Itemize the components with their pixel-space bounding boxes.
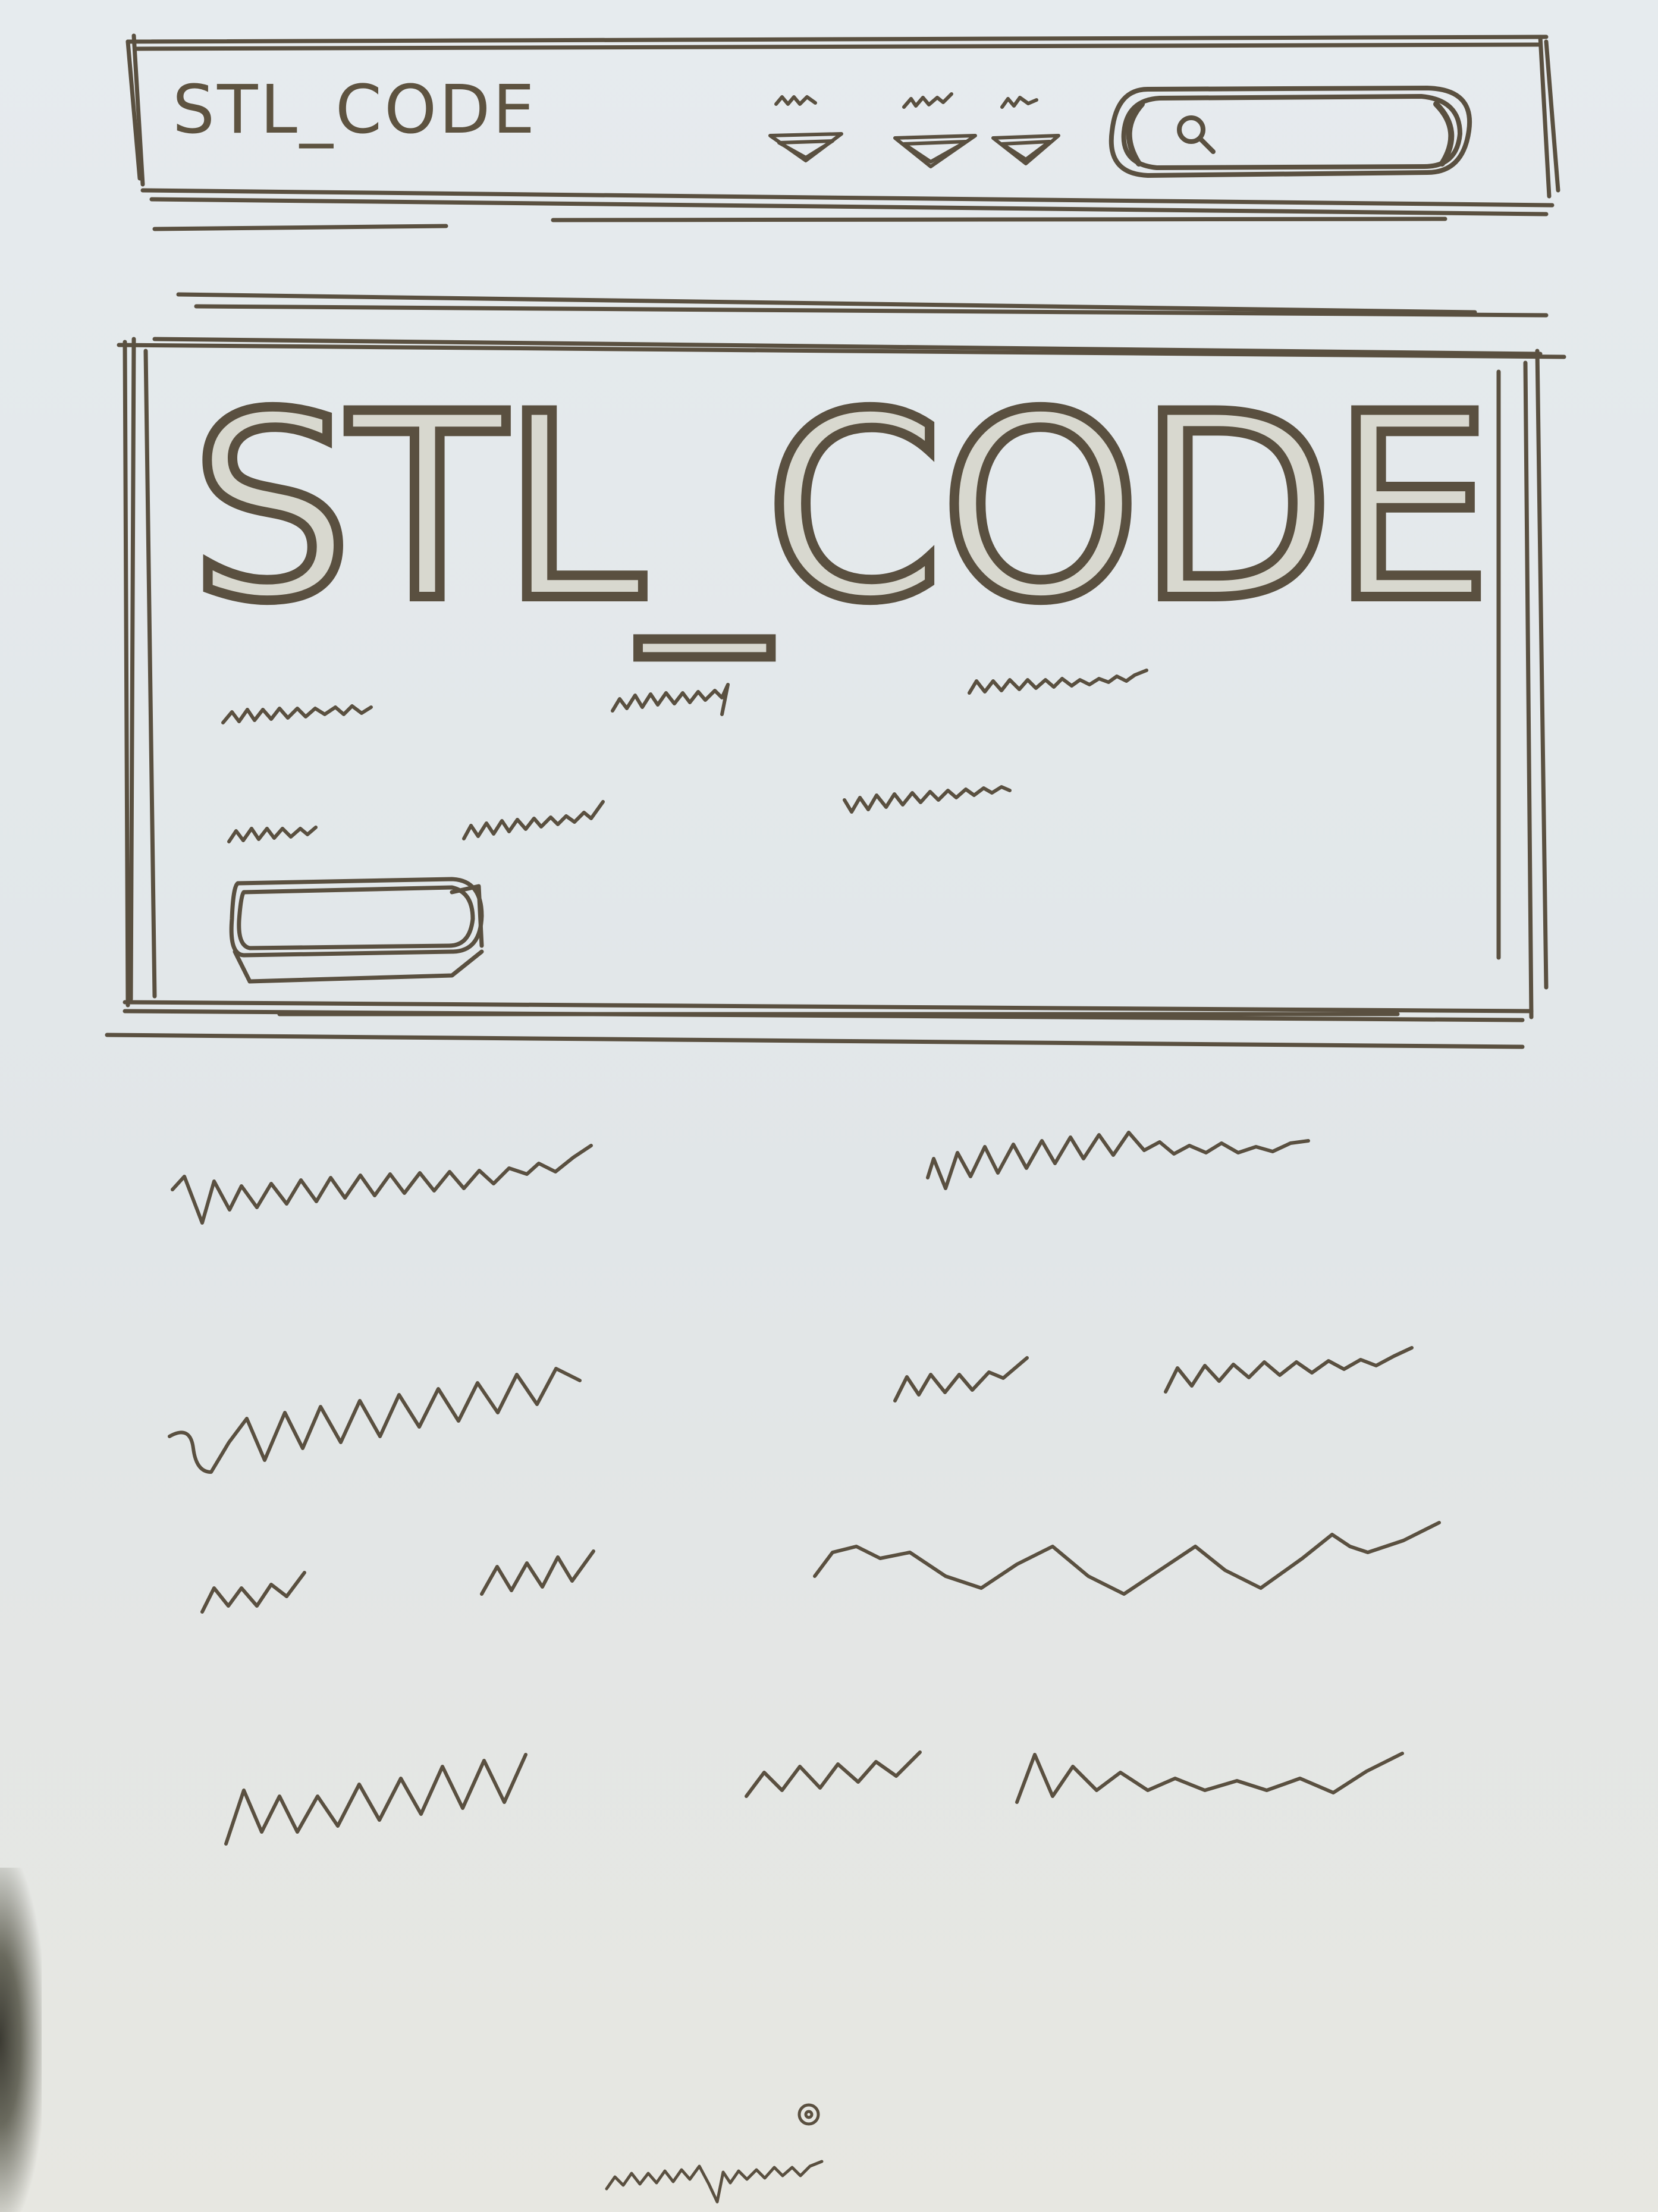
search-icon: [1177, 115, 1216, 154]
text-line: [893, 1356, 1029, 1402]
nav-item-2[interactable]: [893, 92, 977, 168]
copyright-icon: [797, 2103, 820, 2126]
nav-item-3[interactable]: [991, 96, 1060, 165]
text-line: [221, 704, 373, 724]
text-line: [926, 1131, 1310, 1190]
hero-title: STL_CODE: [186, 360, 1497, 657]
text-line: [168, 1367, 582, 1474]
text-line: [968, 669, 1148, 695]
text-line: [200, 1571, 306, 1614]
text-line: [227, 826, 318, 843]
text-line: [1164, 1346, 1414, 1394]
nav-item-1[interactable]: [768, 95, 843, 162]
text-line: [171, 1144, 593, 1225]
nav-item-2-label: [902, 92, 953, 109]
search-bar[interactable]: [1109, 86, 1472, 178]
text-line: [462, 800, 605, 840]
text-line: [611, 683, 730, 716]
hero-description: [221, 669, 1148, 843]
hero-button[interactable]: [229, 877, 484, 984]
nav-logo[interactable]: STL_CODE: [172, 71, 537, 149]
sketch-layer: [105, 33, 1566, 2204]
footer: [605, 2103, 824, 2204]
text-line: [480, 1549, 595, 1596]
text-line: [843, 785, 1012, 814]
text-line: [1015, 1752, 1404, 1804]
footer-text: [605, 2160, 824, 2204]
chevron-down-icon: [902, 140, 968, 164]
text-line: [745, 1750, 922, 1798]
content-paragraph: [168, 1131, 1441, 1846]
text-line: [224, 1753, 527, 1846]
nav-item-3-label: [1000, 96, 1038, 109]
nav-item-1-label: [774, 95, 817, 106]
text-line: [813, 1521, 1441, 1596]
